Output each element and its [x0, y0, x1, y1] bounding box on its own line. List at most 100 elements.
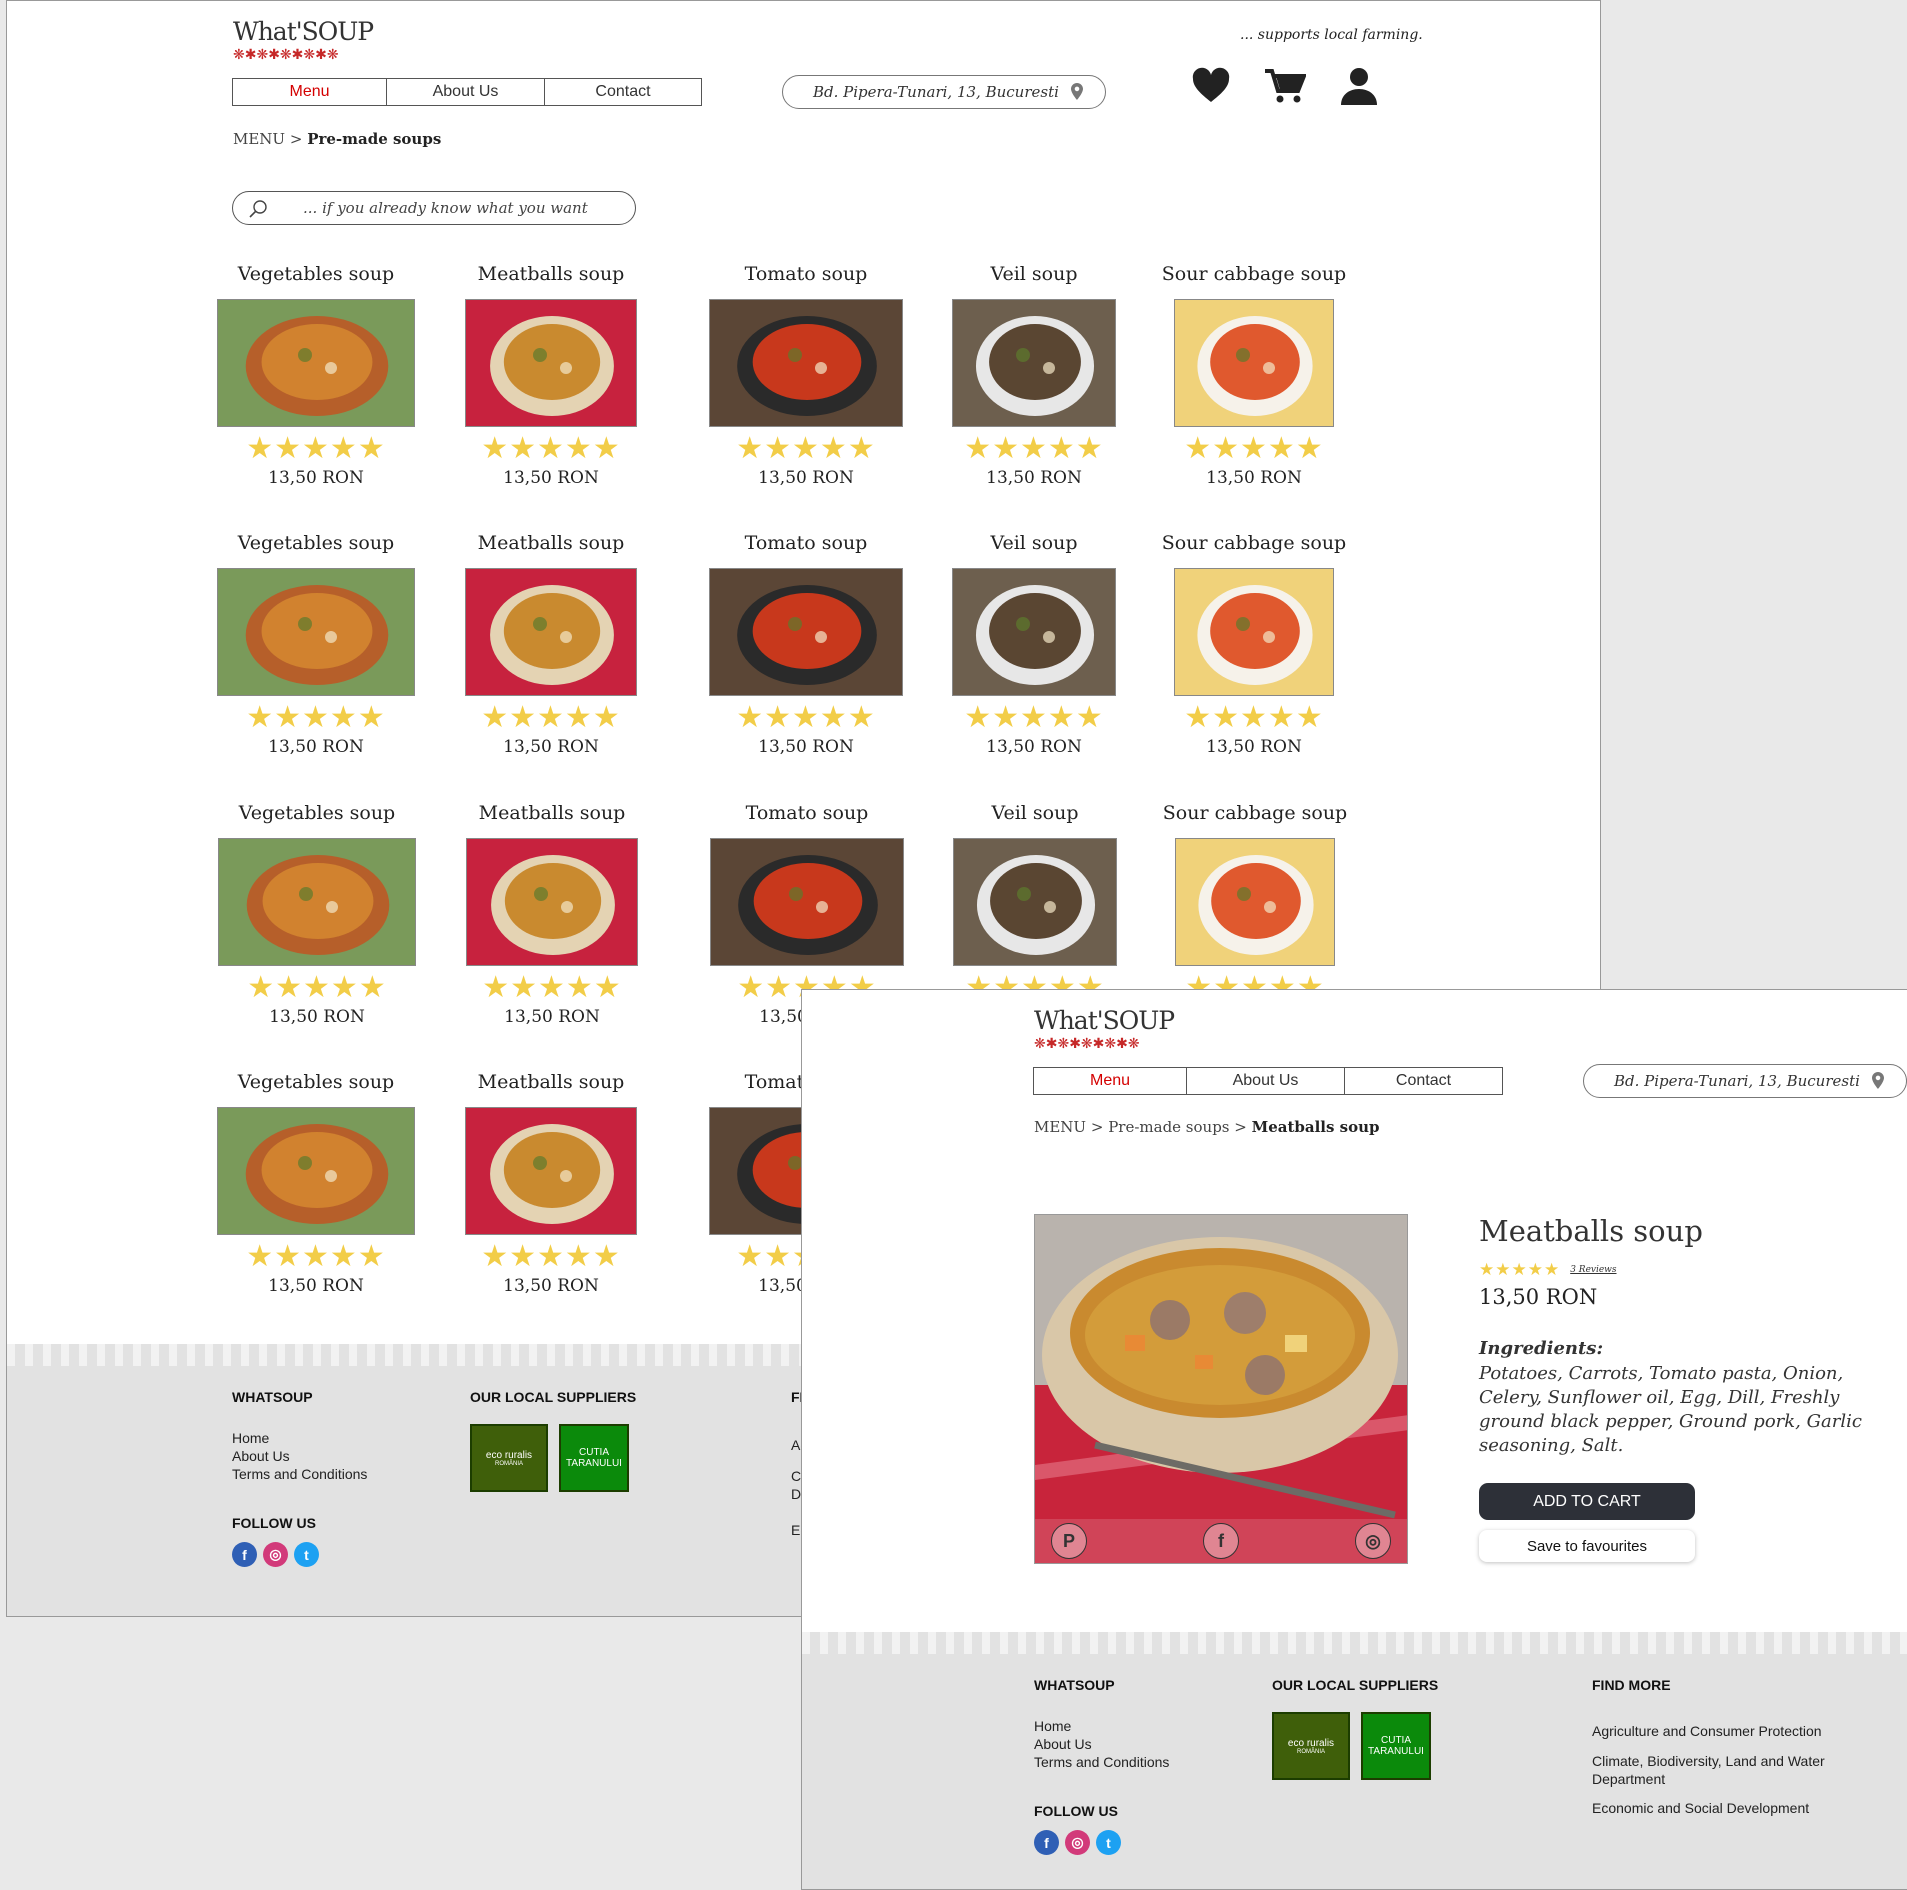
location-field[interactable]: Bd. Pipera-Tunari, 13, Bucuresti	[782, 75, 1106, 109]
product-price: 13,50 RON	[269, 1007, 365, 1027]
footer-link-home[interactable]: Home	[232, 1429, 269, 1447]
footer-findmore-link-economic[interactable]: Economic and Social Development	[1592, 1799, 1809, 1817]
twitter-icon[interactable]: t	[294, 1542, 319, 1567]
product-photo[interactable]	[709, 568, 903, 696]
product-photo[interactable]	[218, 838, 416, 966]
product-photo[interactable]	[1175, 838, 1335, 966]
supplier-eco-ruralis[interactable]: eco ruralis ROMÂNIA	[1272, 1712, 1350, 1780]
product-photo[interactable]	[465, 568, 637, 696]
heart-icon[interactable]	[1190, 65, 1232, 107]
product-card[interactable]: Meatballs soup ★★★★★ 13,50 RON	[432, 798, 672, 1029]
product-photo[interactable]	[709, 299, 903, 427]
product-card[interactable]: Vegetables soup ★★★★★ 13,50 RON	[196, 1067, 436, 1298]
search-input[interactable]: ... if you already know what you want	[232, 191, 636, 225]
nav-menu[interactable]: Menu	[233, 79, 387, 105]
nav-about-us[interactable]: About Us	[387, 79, 545, 105]
facebook-icon[interactable]: f	[232, 1542, 257, 1567]
nav-about-us[interactable]: About Us	[1187, 1068, 1345, 1094]
product-photo[interactable]	[465, 1107, 637, 1235]
product-name[interactable]: Meatballs soup	[431, 528, 671, 558]
product-card[interactable]: Vegetables soup ★★★★★ 13,50 RON	[197, 798, 437, 1029]
supplier-name: eco ruralis	[485, 1449, 533, 1461]
product-name[interactable]: Meatballs soup	[431, 1067, 671, 1097]
product-card[interactable]: Tomato soup ★★★★★ 13,50 RON	[686, 259, 926, 490]
footer-link-terms[interactable]: Terms and Conditions	[232, 1465, 367, 1483]
product-name[interactable]: Meatballs soup	[432, 798, 672, 828]
pinterest-icon[interactable]: P	[1051, 1523, 1087, 1559]
product-card[interactable]: Tomato soup ★★★★★ 13,50 RON	[686, 528, 926, 759]
supplier-cutia-taranului[interactable]: CUTIA TARANULUI	[559, 1424, 629, 1492]
product-name[interactable]: Sour cabbage soup	[1135, 798, 1375, 828]
product-card[interactable]: Vegetables soup ★★★★★ 13,50 RON	[196, 528, 436, 759]
breadcrumb-root[interactable]: MENU	[233, 130, 285, 148]
product-name[interactable]: Tomato soup	[686, 528, 926, 558]
product-name[interactable]: Vegetables soup	[196, 259, 436, 289]
product-name[interactable]: Vegetables soup	[196, 528, 436, 558]
instagram-icon[interactable]: ◎	[263, 1542, 288, 1567]
map-pin-icon	[1872, 1072, 1884, 1089]
nav-contact[interactable]: Contact	[1345, 1068, 1502, 1094]
product-card[interactable]: Meatballs soup ★★★★★ 13,50 RON	[431, 528, 671, 759]
soup-photo	[953, 300, 1115, 426]
product-name[interactable]: Veil soup	[914, 259, 1154, 289]
soup-photo	[710, 300, 902, 426]
product-photo[interactable]	[710, 838, 904, 966]
product-card[interactable]: Meatballs soup ★★★★★ 13,50 RON	[431, 259, 671, 490]
footer-link-home[interactable]: Home	[1034, 1717, 1071, 1735]
location-field[interactable]: Bd. Pipera-Tunari, 13, Bucuresti	[1583, 1064, 1907, 1098]
product-photo[interactable]	[953, 838, 1117, 966]
brand-logo[interactable]: What'SOUP ❋✱❋✱❋✱❋✱❋	[1034, 1006, 1175, 1051]
product-card[interactable]: Vegetables soup ★★★★★ 13,50 RON	[196, 259, 436, 490]
user-icon[interactable]	[1338, 65, 1380, 107]
product-card[interactable]: Veil soup ★★★★★ 13,50 RON	[914, 528, 1154, 759]
product-photo[interactable]	[217, 299, 415, 427]
product-name[interactable]: Sour cabbage soup	[1134, 259, 1374, 289]
soup-photo	[218, 569, 414, 695]
product-card[interactable]: Sour cabbage soup ★★★★★ 13,50 RON	[1134, 259, 1374, 490]
product-photo[interactable]	[952, 568, 1116, 696]
facebook-icon[interactable]: f	[1203, 1523, 1239, 1559]
product-name[interactable]: Vegetables soup	[196, 1067, 436, 1097]
product-name[interactable]: Meatballs soup	[431, 259, 671, 289]
breadcrumb-root[interactable]: MENU	[1034, 1118, 1086, 1136]
product-name[interactable]: Sour cabbage soup	[1134, 528, 1374, 558]
facebook-icon[interactable]: f	[1034, 1830, 1059, 1855]
product-photo[interactable]	[952, 299, 1116, 427]
product-photo[interactable]	[466, 838, 638, 966]
footer-link-terms[interactable]: Terms and Conditions	[1034, 1753, 1169, 1771]
product-photo[interactable]	[217, 1107, 415, 1235]
reviews-link[interactable]: 3 Reviews	[1570, 1265, 1616, 1275]
product-card[interactable]: Veil soup ★★★★★ 13,50 RON	[914, 259, 1154, 490]
twitter-icon[interactable]: t	[1096, 1830, 1121, 1855]
product-photo[interactable]	[217, 568, 415, 696]
product-card[interactable]: Meatballs soup ★★★★★ 13,50 RON	[431, 1067, 671, 1298]
footer-findmore-link-climate[interactable]: Climate, Biodiversity, Land and Water De…	[1592, 1752, 1852, 1788]
product-name[interactable]: Veil soup	[914, 528, 1154, 558]
product-card[interactable]: Sour cabbage soup ★★★★★ 13,50 RON	[1134, 528, 1374, 759]
product-photo[interactable]	[1174, 299, 1334, 427]
footer-link-about[interactable]: About Us	[232, 1447, 290, 1465]
instagram-icon[interactable]: ◎	[1065, 1830, 1090, 1855]
brand-wordmark: What'SOUP	[1034, 1006, 1175, 1035]
product-name[interactable]: Tomato soup	[686, 259, 926, 289]
breadcrumb: MENU > Pre-made soups	[233, 130, 441, 148]
instagram-icon[interactable]: ◎	[1355, 1523, 1391, 1559]
footer-findmore-link-agriculture[interactable]: Agriculture and Consumer Protection	[1592, 1722, 1822, 1740]
product-name[interactable]: Tomato soup	[687, 798, 927, 828]
nav-menu[interactable]: Menu	[1034, 1068, 1187, 1094]
footer-link-about[interactable]: About Us	[1034, 1735, 1092, 1753]
footer-findmore-partial-2b[interactable]: D	[791, 1485, 801, 1503]
supplier-eco-ruralis[interactable]: eco ruralis ROMÂNIA	[470, 1424, 548, 1492]
breadcrumb-category[interactable]: Pre-made soups	[1108, 1118, 1229, 1136]
add-to-cart-button[interactable]: ADD TO CART	[1479, 1483, 1695, 1520]
product-name[interactable]: Vegetables soup	[197, 798, 437, 828]
supplier-cutia-taranului[interactable]: CUTIA TARANULUI	[1361, 1712, 1431, 1780]
brand-logo[interactable]: What'SOUP ❋✱❋✱❋✱❋✱❋	[233, 17, 374, 62]
map-pin-icon	[1071, 83, 1083, 100]
save-to-favourites-button[interactable]: Save to favourites	[1479, 1530, 1695, 1562]
product-photo[interactable]	[1174, 568, 1334, 696]
cart-icon[interactable]	[1264, 65, 1306, 107]
product-name[interactable]: Veil soup	[915, 798, 1155, 828]
product-photo[interactable]	[465, 299, 637, 427]
nav-contact[interactable]: Contact	[545, 79, 701, 105]
